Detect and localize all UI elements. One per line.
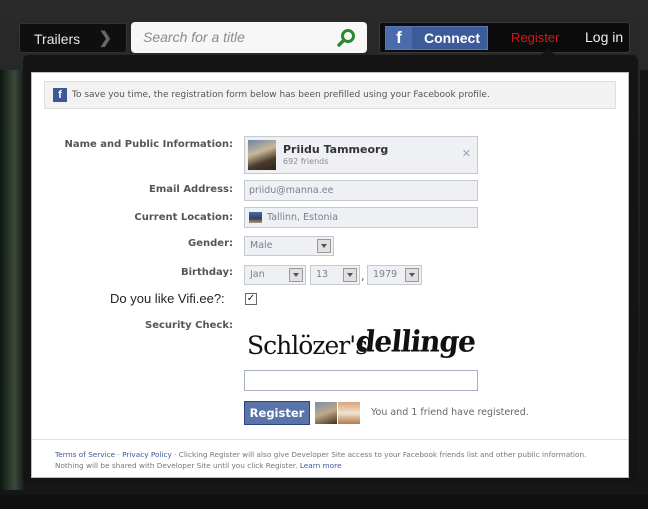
friend-avatar <box>338 402 360 424</box>
name-label: Name and Public Information: <box>64 139 233 150</box>
trailers-label: Trailers <box>34 31 81 47</box>
terms-link[interactable]: Terms of Service <box>55 450 115 459</box>
profile-friends: 692 friends <box>283 157 329 166</box>
gender-select[interactable]: Male <box>244 236 334 256</box>
birthday-label: Birthday: <box>181 267 233 278</box>
facebook-icon: f <box>386 27 412 49</box>
dropdown-arrow-icon <box>289 268 303 282</box>
footer-divider <box>32 439 628 440</box>
birthday-year-select[interactable]: 1979 <box>367 265 422 285</box>
birthday-month-value: Jan <box>250 269 265 280</box>
prefill-notice: f To save you time, the registration for… <box>44 81 616 109</box>
learn-more-link[interactable]: Learn more <box>300 461 342 470</box>
email-label: Email Address: <box>148 184 233 195</box>
modal-pointer <box>526 48 570 70</box>
search-placeholder[interactable]: Search for a title <box>143 22 245 53</box>
registered-friends-text: You and 1 friend have registered. <box>371 407 529 418</box>
gender-label: Gender: <box>188 238 233 249</box>
register-button[interactable]: Register <box>244 401 310 425</box>
dropdown-arrow-icon <box>343 268 357 282</box>
birthday-year-value: 1979 <box>373 269 398 280</box>
location-value: Tallinn, Estonia <box>267 212 339 223</box>
location-field[interactable]: Tallinn, Estonia <box>244 207 478 228</box>
profile-box: Priidu Tammeorg 692 friends ✕ <box>244 136 478 174</box>
profile-avatar <box>248 140 276 170</box>
connect-label: Connect <box>424 30 480 46</box>
registration-panel: f To save you time, the registration for… <box>31 72 629 478</box>
dropdown-arrow-icon <box>317 239 331 253</box>
trailers-button[interactable]: Trailers ❯ <box>19 23 127 53</box>
vifi-question: Do you like Vifi.ee?: <box>110 291 225 306</box>
date-separator: , <box>361 270 365 283</box>
gender-value: Male <box>250 240 273 251</box>
email-field[interactable]: priidu@manna.ee <box>244 180 478 201</box>
legal-footer: Terms of Service · Privacy Policy · Clic… <box>55 449 615 471</box>
notice-text: To save you time, the registration form … <box>72 90 490 100</box>
captcha-input[interactable] <box>244 370 478 391</box>
login-link[interactable]: Log in <box>585 23 623 52</box>
friend-avatar <box>315 402 337 424</box>
location-label: Current Location: <box>134 212 233 223</box>
remove-icon[interactable]: ✕ <box>462 147 471 160</box>
location-icon <box>249 212 262 223</box>
chevron-right-icon: ❯ <box>98 30 112 47</box>
facebook-connect-button[interactable]: f Connect <box>385 26 488 50</box>
captcha-word-2: dellinge <box>354 324 477 359</box>
background-bottom-edge <box>0 495 648 509</box>
account-box: f Connect Register Log in <box>379 22 630 53</box>
facebook-icon: f <box>53 88 67 102</box>
birthday-day-select[interactable]: 13 <box>310 265 360 285</box>
captcha-word-1: Schlözer's <box>247 331 368 360</box>
search-box[interactable]: Search for a title <box>131 22 367 53</box>
email-value: priidu@manna.ee <box>249 185 334 196</box>
dropdown-arrow-icon <box>405 268 419 282</box>
search-icon[interactable] <box>337 28 357 48</box>
captcha-image: Schlözer's dellinge <box>247 324 477 363</box>
security-label: Security Check: <box>145 320 233 331</box>
profile-name: Priidu Tammeorg <box>283 143 389 156</box>
background-right-edge <box>640 70 648 490</box>
vifi-checkbox[interactable]: ✓ <box>245 293 257 305</box>
birthday-day-value: 13 <box>316 269 329 280</box>
privacy-link[interactable]: Privacy Policy <box>122 450 172 459</box>
background-image-strip <box>0 70 24 490</box>
checkmark-icon: ✓ <box>246 293 256 304</box>
birthday-month-select[interactable]: Jan <box>244 265 306 285</box>
